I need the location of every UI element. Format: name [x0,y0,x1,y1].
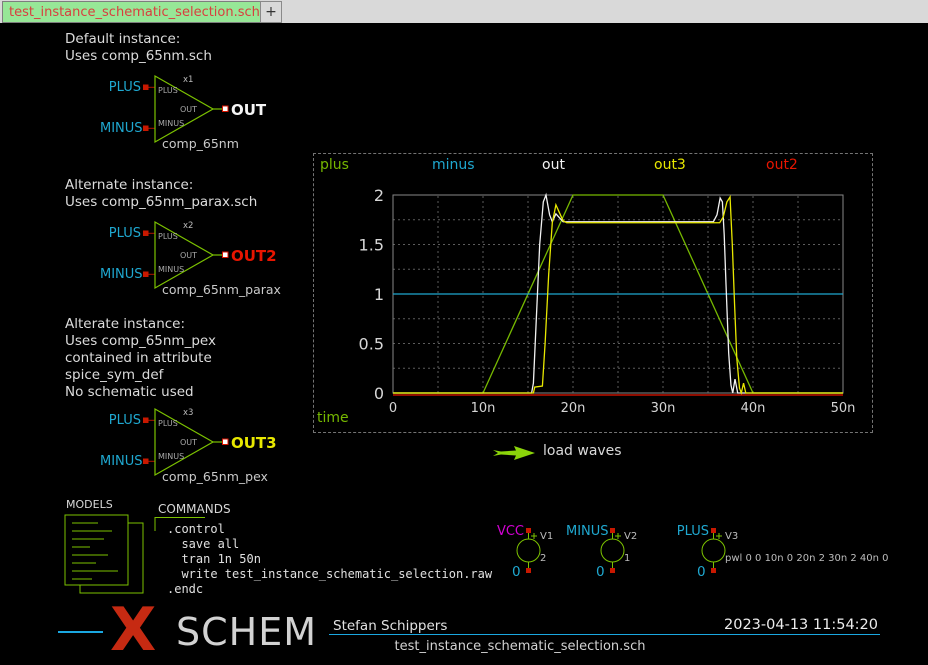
svg-text:2: 2 [374,186,384,205]
command-line: save all [167,537,239,551]
models-label: MODELS [66,498,113,511]
svg-text:0: 0 [374,384,384,403]
pin-square-icon [143,126,149,132]
desc-line: Alterate instance: [65,316,216,333]
desc-line: Default instance: [65,31,212,48]
value-label: pwl 0 0 10n 0 20n 2 30n 2 40n 0 [725,553,889,564]
x-axis-label: time [317,410,349,426]
svg-text:x2: x2 [183,221,193,231]
launcher-label[interactable]: load waves [543,443,622,459]
gnd-label: 0 [697,564,706,580]
svg-text:PLUS: PLUS [158,419,178,428]
desc-line: Alternate instance: [65,177,257,194]
legend-out3[interactable]: out3 [654,157,686,173]
xschem-logo-x: X [110,600,156,660]
out-net-label: OUT [231,101,266,119]
desc-line: Uses comp_65nm_parax.sch [65,194,257,211]
svg-text:x1: x1 [183,75,193,85]
svg-text:OUT: OUT [180,251,197,260]
comparator-instance-x3[interactable]: PLUS MINUS PLUS MINUS OUT x3 OUT3 comp_6… [100,399,315,489]
svg-text:MINUS: MINUS [158,265,184,274]
svg-text:PLUS: PLUS [158,86,178,95]
new-tab-button[interactable]: + [260,1,282,23]
svg-text:10n: 10n [471,401,496,416]
svg-text:MINUS: MINUS [158,119,184,128]
out-net-label: OUT2 [231,247,277,265]
svg-text:1: 1 [374,285,384,304]
desc-line: contained in attribute [65,350,216,367]
instance-x2-description: Alternate instance: Uses comp_65nm_parax… [65,177,257,211]
value-label: 1 [624,553,630,564]
instance-x1-description: Default instance: Uses comp_65nm.sch [65,31,212,65]
xschem-window: test_instance_schematic_selection.sch + … [0,0,928,665]
desc-line: spice_sym_def [65,367,216,384]
command-line: .control [167,522,225,536]
svg-text:OUT: OUT [180,438,197,447]
svg-text:0.5: 0.5 [359,335,384,354]
svg-text:50n: 50n [831,401,856,416]
command-line: .endc [167,582,203,596]
out-net-label: OUT3 [231,434,277,452]
document-stack-icon [60,512,155,607]
out-pin-square-icon [223,106,229,112]
command-line: write test_instance_schematic_selection.… [167,567,492,581]
refdes-label: V3 [725,531,738,542]
gnd-label: 0 [596,564,605,580]
svg-text:MINUS: MINUS [158,452,184,461]
legend-minus[interactable]: minus [432,157,475,173]
vsource-v3[interactable]: PLUS V3 pwl 0 0 10n 0 20n 2 30n 2 40n 0 … [667,524,917,586]
svg-text:40n: 40n [741,401,766,416]
svg-text:x3: x3 [183,408,193,418]
comparator-instance-x2[interactable]: PLUS MINUS PLUS MINUS OUT x2 OUT2 comp_6… [100,212,315,302]
command-line: tran 1n 50n [167,552,261,566]
underline [329,634,880,635]
instance-name: comp_65nm_parax [162,282,281,297]
refdes-label: V2 [624,531,637,542]
instance-name: comp_65nm_pex [162,469,268,484]
value-label: 2 [540,553,546,564]
comparator-instance-x1[interactable]: PLUS MINUS PLUS MINUS OUT x1 OUT comp_65… [100,66,315,156]
svg-text:1.5: 1.5 [359,236,384,255]
divider-line [58,631,103,633]
gnd-label: 0 [512,564,521,580]
models-block[interactable]: MODELS [60,498,155,608]
svg-text:OUT: OUT [180,105,197,114]
load-waves-launcher[interactable]: load waves [492,443,672,463]
instance-x3-description: Alterate instance: Uses comp_65nm_pex co… [65,316,216,401]
waveform-graph[interactable]: plus minus out out3 out2 0 10n 20n 30n 40n 50… [313,153,873,433]
sheet-title: test_instance_schematic_selection.sch [310,639,730,654]
svg-text:0: 0 [389,401,397,416]
svg-text:30n: 30n [651,401,676,416]
refdes-label: V1 [540,531,553,542]
desc-line: Uses comp_65nm.sch [65,48,212,65]
xschem-logo-text: SCHEM [176,612,317,652]
legend-out[interactable]: out [542,157,565,173]
instance-name: comp_65nm [162,136,239,151]
desc-line: Uses comp_65nm_pex [65,333,216,350]
datetime-label: 2023-04-13 11:54:20 [690,617,878,633]
tab-bar: test_instance_schematic_selection.sch + [0,0,928,23]
legend-plus[interactable]: plus [320,157,349,173]
pin-square-icon [143,85,149,91]
legend-out2[interactable]: out2 [766,157,798,173]
plot-svg: 0 10n 20n 30n 40n 50n 0 0.5 1 1.5 2 [314,154,872,432]
svg-text:PLUS: PLUS [158,232,178,241]
commands-block[interactable]: COMMANDS .control save all tran 1n 50n w… [150,500,510,600]
author-label: Stefan Schippers [333,618,447,634]
svg-text:20n: 20n [561,401,586,416]
arrow-icon[interactable] [492,445,538,463]
tab-active[interactable]: test_instance_schematic_selection.sch [2,1,267,23]
